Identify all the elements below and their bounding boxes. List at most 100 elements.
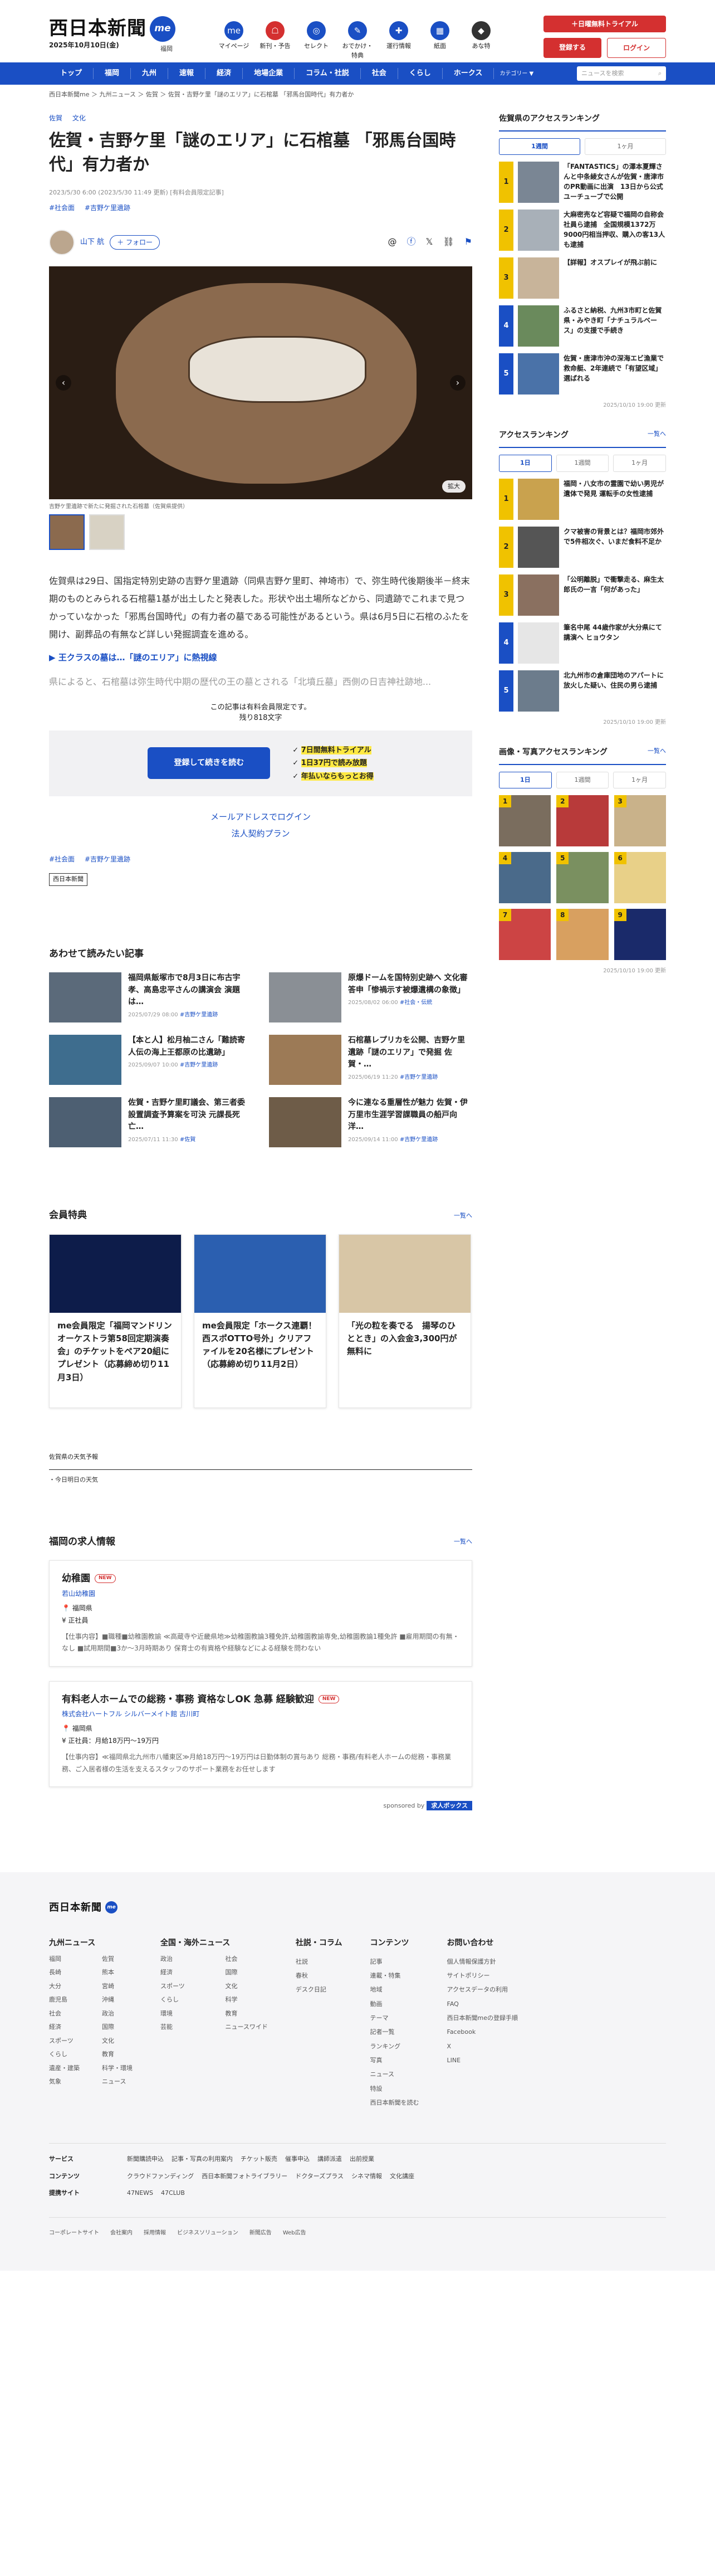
author-name[interactable]: 山下 航 <box>80 237 104 248</box>
photo-ranking-item[interactable]: 3 <box>614 795 666 846</box>
email-login-link[interactable]: メールアドレスでログイン <box>49 809 472 825</box>
avatar[interactable] <box>49 230 75 255</box>
perk-card[interactable]: 「光の粒を奏でる 揚琴のひととき」の入会金3,300円が無料に <box>339 1234 471 1408</box>
ranking-item[interactable]: 4 筆名中尾 44歳作家が大分県にて講演へ ヒョウタン <box>499 622 666 664</box>
photo-ranking-item[interactable]: 7 <box>499 909 551 960</box>
footer-link[interactable]: Facebook <box>447 2025 518 2039</box>
photo-ranking-item[interactable]: 4 <box>499 852 551 903</box>
next-photo-icon[interactable]: › <box>450 375 466 391</box>
footer-link[interactable]: 会社案内 <box>110 2229 133 2237</box>
footer-link[interactable]: 芸能 <box>160 2023 203 2032</box>
threads-icon[interactable]: @ <box>388 235 396 249</box>
nav-economy[interactable]: 経済 <box>205 68 243 79</box>
footer-link[interactable]: クラウドファンディング <box>127 2173 194 2180</box>
footer-link[interactable]: 遺産・建築 <box>49 2064 80 2073</box>
nav-fukuoka[interactable]: 福岡 <box>94 68 131 79</box>
related-item[interactable]: 石棺墓レプリカを公開、吉野ケ里遺跡「謎のエリア」で発掘 佐賀・… 2025/06/… <box>269 1035 472 1085</box>
footer-link[interactable]: くらし <box>160 1995 203 2005</box>
footer-link[interactable]: 政治 <box>160 1955 203 1964</box>
footer-link[interactable]: 採用情報 <box>144 2229 166 2237</box>
footer-link[interactable]: 政治 <box>102 2009 133 2019</box>
search-input[interactable]: ニュースを検索 ⌕ <box>577 66 666 81</box>
footer-link[interactable]: 長崎 <box>49 1968 80 1978</box>
login-button[interactable]: ログイン <box>607 38 666 58</box>
prev-photo-icon[interactable]: ‹ <box>56 375 71 391</box>
footer-link[interactable]: 環境 <box>160 2009 203 2019</box>
footer-link[interactable]: FAQ <box>447 1997 518 2011</box>
jobs-more-link[interactable]: 一覧へ <box>454 1537 472 1547</box>
footer-link[interactable]: 記事 <box>370 1955 419 1969</box>
footer-link[interactable]: 沖縄 <box>102 1995 133 2005</box>
tab-week[interactable]: 1週間 <box>499 138 580 155</box>
perks-more-link[interactable]: 一覧へ <box>454 1211 472 1221</box>
related-item[interactable]: 佐賀・吉野ケ里町議会、第三者委設置調査予算案を可決 元課長死亡… 2025/07/… <box>49 1097 252 1147</box>
nav-category-menu[interactable]: カテゴリー ▼ <box>494 70 539 78</box>
ranking-item[interactable]: 1 福岡・八女市の霊園で幼い男児が遺体で発見 運転手の女性逮捕 <box>499 478 666 520</box>
follow-button[interactable]: ＋ フォロー <box>110 235 160 250</box>
footer-link[interactable]: X <box>447 2039 518 2053</box>
bookmark-icon[interactable]: ⚑ <box>464 235 472 249</box>
footer-link[interactable]: アクセスデータの利用 <box>447 1983 518 1996</box>
footer-link[interactable]: 西日本新聞フォトライブラリー <box>202 2173 287 2180</box>
link-icon[interactable]: ⛓ <box>443 235 454 249</box>
footer-link[interactable]: 記者一覧 <box>370 2025 419 2039</box>
ranking-item[interactable]: 5 北九州市の倉庫団地のアパートに放火した疑い、住民の男ら逮捕 <box>499 670 666 712</box>
register-read-button[interactable]: 登録して続きを読む <box>148 747 271 780</box>
ranking-item[interactable]: 3 【詳報】オスプレイが飛ぶ前に <box>499 257 666 299</box>
perk-card[interactable]: me会員限定「福岡マンドリンオーケストラ第58回定期演奏会」のチケットをペア20… <box>49 1234 182 1408</box>
outing-link[interactable]: ✎ おでかけ・特典 <box>340 21 375 60</box>
footer-link[interactable]: 特設 <box>370 2082 419 2096</box>
select-link[interactable]: ◎ セレクト <box>298 21 334 60</box>
footer-link[interactable]: ドクターズプラス <box>295 2173 344 2180</box>
footer-link[interactable]: 動画 <box>370 1997 419 2011</box>
footer-link[interactable]: 科学 <box>225 1995 267 2005</box>
tab-month[interactable]: 1ヶ月 <box>585 138 666 155</box>
footer-link[interactable]: ニュース <box>370 2067 419 2081</box>
footer-link[interactable]: 連載・特集 <box>370 1969 419 1983</box>
search-icon[interactable]: ⌕ <box>658 69 662 79</box>
register-button[interactable]: 登録する <box>543 38 601 58</box>
footer-link[interactable]: 文化講座 <box>390 2173 414 2180</box>
footer-link[interactable]: 宮崎 <box>102 1982 133 1991</box>
footer-link[interactable]: 大分 <box>49 1982 80 1991</box>
paper-link[interactable]: ▦ 紙面 <box>422 21 458 60</box>
footer-link[interactable]: 新聞購読申込 <box>127 2155 164 2163</box>
footer-link[interactable]: くらし <box>49 2050 80 2059</box>
footer-link[interactable]: 西日本新聞meの登録手順 <box>447 2011 518 2025</box>
footer-link[interactable]: ビジネスソリューション <box>177 2229 238 2237</box>
tab-day[interactable]: 1日 <box>499 771 552 788</box>
footer-link[interactable]: チケット販売 <box>241 2155 277 2163</box>
trial-button[interactable]: ＋日曜無料トライアル <box>543 16 666 32</box>
tab-day[interactable]: 1日 <box>499 455 552 472</box>
footer-link[interactable]: LINE <box>447 2053 518 2067</box>
new-publications-link[interactable]: ☖ 新刊・予告 <box>257 21 293 60</box>
nav-breaking[interactable]: 速報 <box>168 68 206 79</box>
footer-link[interactable]: 福岡 <box>49 1955 80 1964</box>
nav-kyushu[interactable]: 九州 <box>131 68 169 79</box>
footer-link[interactable]: 経済 <box>160 1968 203 1978</box>
footer-link[interactable]: テーマ <box>370 2011 419 2025</box>
footer-link[interactable]: シネマ情報 <box>351 2173 382 2180</box>
ranking-item[interactable]: 4 ふるさと納税、九州3市町と佐賀県・みやき町「ナチュラルベース」の支援で手続き <box>499 305 666 347</box>
ranking-item[interactable]: 2 大麻密売など容疑で福岡の自称会社員ら逮捕 全国規模1372万9000円相当押収… <box>499 210 666 251</box>
facebook-icon[interactable]: ⓕ <box>407 235 415 249</box>
footer-link[interactable]: スポーツ <box>160 1982 203 1991</box>
breadcrumb[interactable]: 西日本新聞me ＞ 九州ニュース ＞ 佐賀 ＞ 佐賀・吉野ケ里「謎のエリア」に石… <box>49 85 666 105</box>
footer-link[interactable]: 教育 <box>225 2009 267 2019</box>
photo-ranking-item[interactable]: 5 <box>556 852 609 903</box>
footer-link[interactable]: 講師派遣 <box>317 2155 342 2163</box>
tag-link[interactable]: #社会面 <box>49 855 75 863</box>
related-headline-link[interactable]: ▶ 王クラスの墓は…「謎のエリア」に熱視線 <box>49 651 472 664</box>
footer-logo[interactable]: 西日本新聞 me <box>49 1900 666 1915</box>
tab-week[interactable]: 1週間 <box>556 455 609 472</box>
footer-link[interactable]: 催事申込 <box>285 2155 310 2163</box>
photo-ranking-item[interactable]: 8 <box>556 909 609 960</box>
x-icon[interactable]: 𝕏 <box>425 235 433 249</box>
nav-hawks[interactable]: ホークス <box>443 68 494 79</box>
photo-ranking-item[interactable]: 6 <box>614 852 666 903</box>
tag-link[interactable]: #吉野ケ里遺跡 <box>85 855 130 863</box>
anatoku-link[interactable]: ◆ あな特 <box>463 21 499 60</box>
footer-link[interactable]: 西日本新聞を読む <box>370 2096 419 2110</box>
photo-ranking-item[interactable]: 9 <box>614 909 666 960</box>
corporate-plan-link[interactable]: 法人契約プラン <box>49 825 472 842</box>
